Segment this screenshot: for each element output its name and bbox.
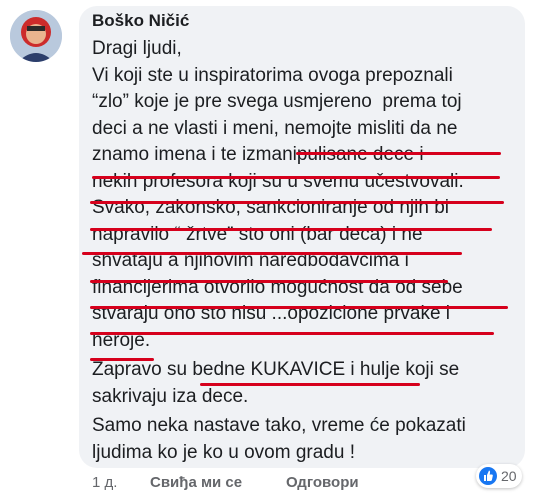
comment-line: ljudima ko je ko u ovom gradu !: [92, 441, 355, 463]
red-underline: [82, 252, 462, 255]
red-underline: [90, 332, 494, 335]
like-button[interactable]: Свиђа ми се: [150, 474, 242, 491]
red-underline: [92, 176, 500, 179]
like-icon: [479, 467, 497, 485]
reaction-count: 20: [501, 468, 517, 484]
reply-button[interactable]: Одговори: [286, 474, 359, 491]
comment-line: stvaraju ono sto nisu ...opozicione prva…: [92, 303, 451, 324]
red-underline: [200, 383, 420, 386]
comment-line: sakrivaju iza dece.: [92, 385, 249, 407]
comment-line: Zapravo su bedne KUKAVICE i hulje koji s…: [92, 359, 460, 380]
comment-line: nekih profesora koji su u svemu učestvov…: [92, 170, 464, 192]
comment-timestamp[interactable]: 1 д.: [92, 474, 117, 491]
avatar-photo: [10, 10, 62, 62]
red-underline: [90, 280, 448, 283]
comment-line: financijerima otvorilo mogućnost da od s…: [92, 276, 463, 298]
red-underline: [90, 358, 154, 361]
red-underline: [90, 306, 508, 309]
comment-author[interactable]: Boško Ničić: [92, 11, 189, 31]
reaction-summary[interactable]: 20: [476, 464, 522, 488]
avatar[interactable]: [10, 10, 62, 62]
comment-line: napravilo “ žrtve” sto oni (bar deca) i …: [92, 223, 423, 245]
red-underline: [296, 152, 501, 155]
comment-line: Dragi ljudi,: [92, 38, 182, 59]
comment-body: Dragi ljudi, Vi koji ste u inspiratorima…: [92, 36, 522, 466]
comment-line: Samo neka nastave tako, vreme će pokazat…: [92, 415, 466, 436]
comment-line: “zlo” koje je pre svega usmjereno prema …: [92, 91, 462, 112]
comment-line: deci a ne vlasti i meni, nemojte misliti…: [92, 117, 458, 139]
comment-line: Svako, zakonsko, sankcioniranje od njih …: [92, 197, 449, 218]
comment-line: znamo imena i te izmanipulisane dece i: [92, 144, 424, 165]
red-underline: [90, 228, 492, 231]
comment-line: Vi koji ste u inspiratorima ovoga prepoz…: [92, 64, 453, 86]
red-underline: [90, 201, 504, 204]
